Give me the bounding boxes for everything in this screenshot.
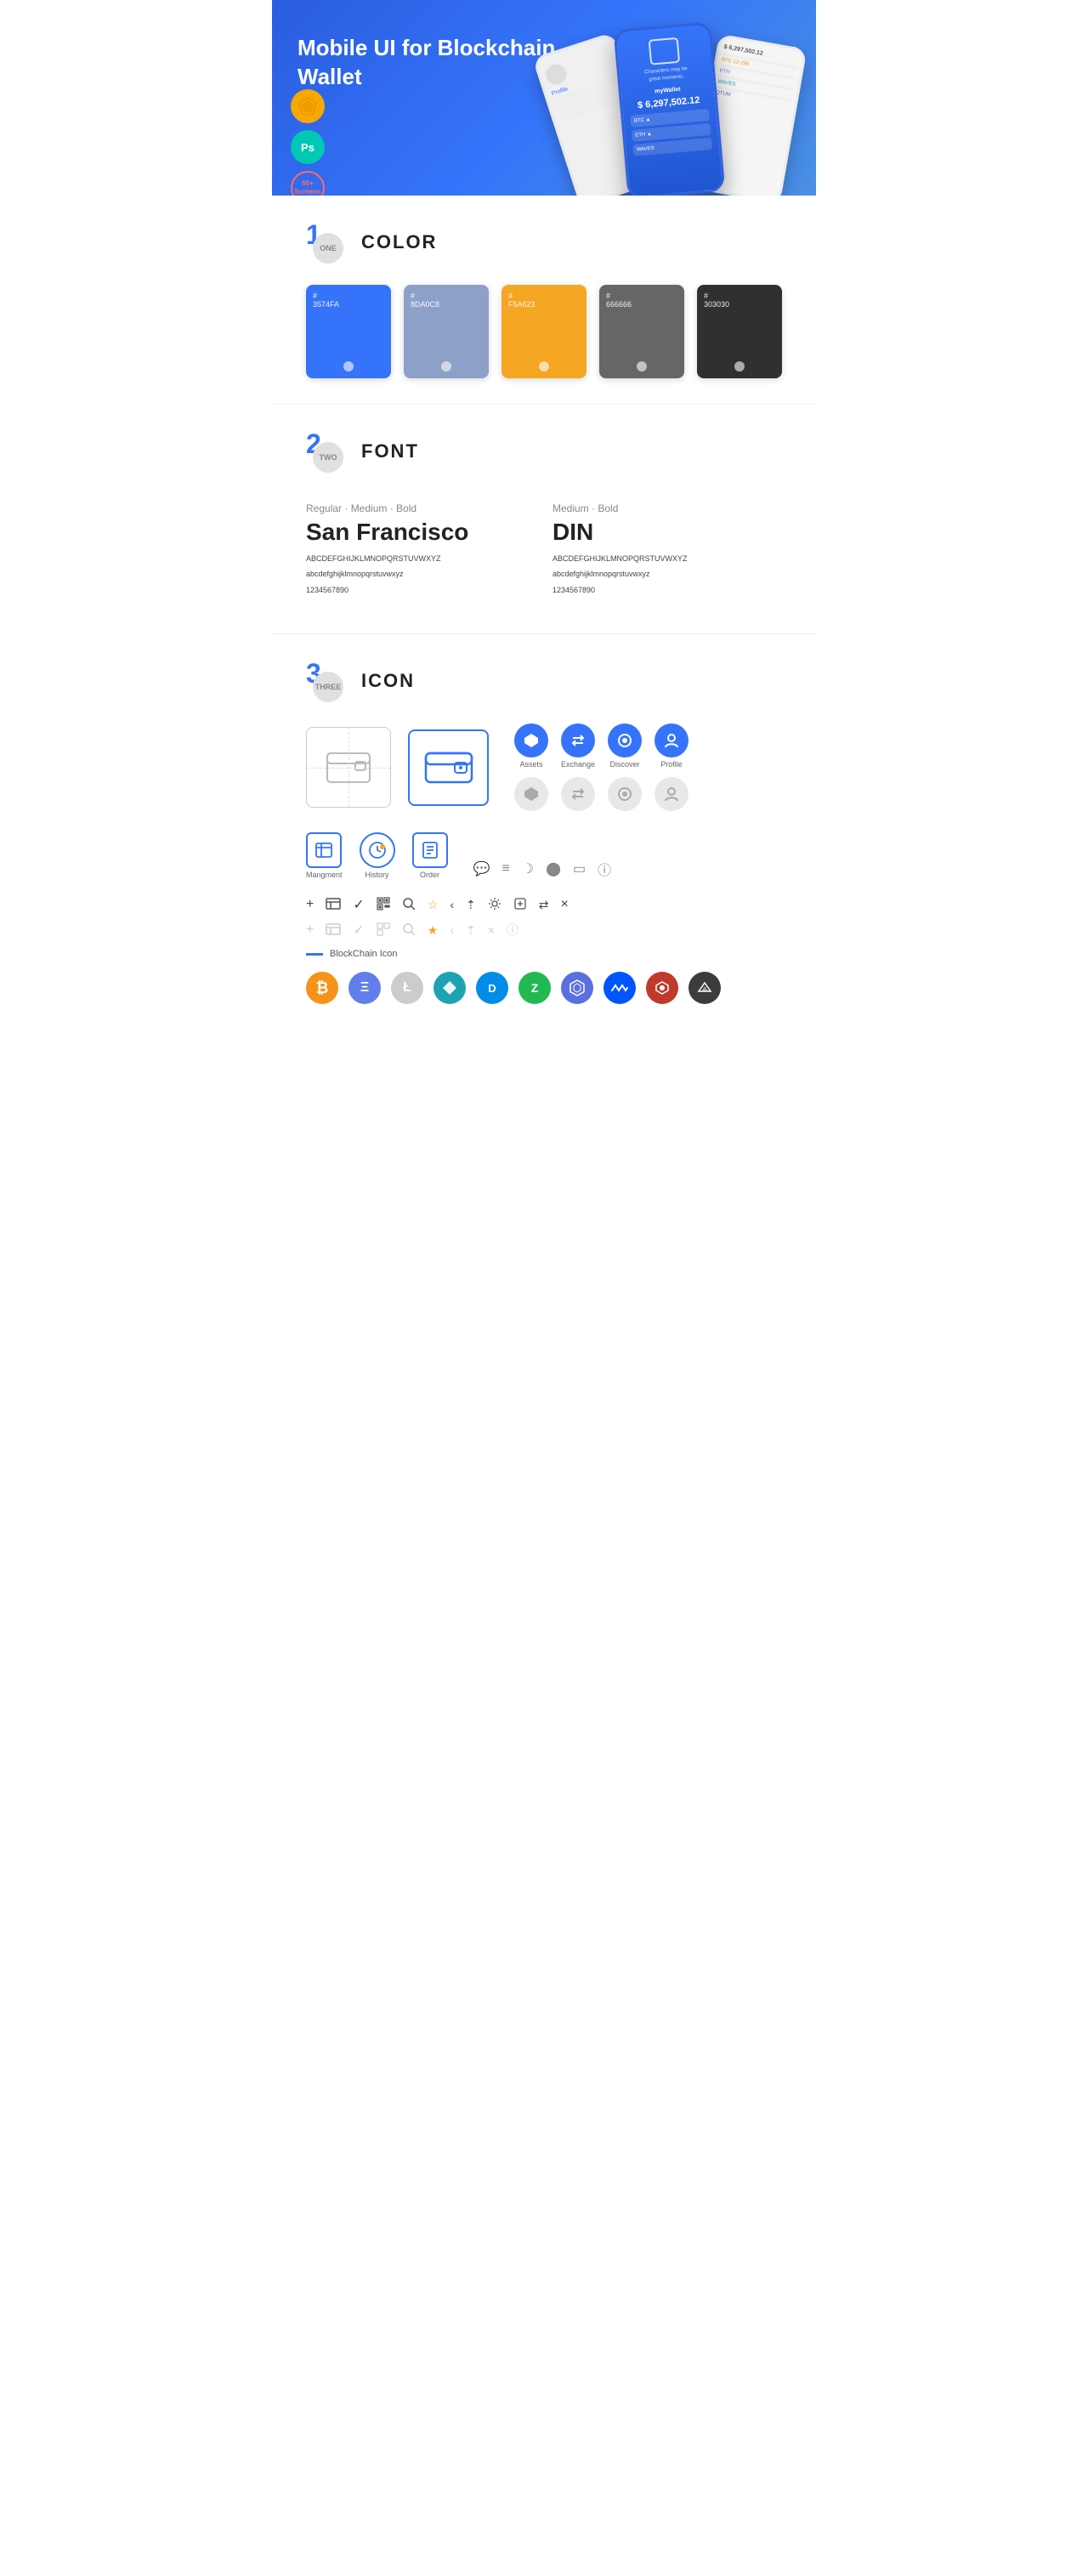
upload-icon [513,897,527,913]
check-icon-grey: ✓ [353,922,364,939]
phone-mockups: Profile Characters may be great moments,… [536,26,808,196]
icon-section: 3 THREE ICON [272,634,816,1030]
icon-wireframe-1 [306,727,391,808]
icon-section-number: 3 THREE [306,660,348,702]
icon-exchange: Exchange [561,723,595,769]
color-swatch-dark: #303030 [697,285,782,378]
search-icon [402,897,416,913]
font-title: FONT [361,440,419,462]
icon-profile-grey [654,777,688,811]
litecoin-icon: Ł [391,972,423,1004]
info-icon: ⓘ [598,859,611,879]
blockchain-label-row: BlockChain Icon [306,949,782,959]
color-title: COLOR [361,231,437,253]
color-swatch-grey-blue: #8DA0C8 [404,285,489,378]
star-icon-filled: ★ [428,923,439,938]
list-icon-grey [326,923,341,938]
bottom-nav-icons: Mangment History Order [306,832,782,879]
font-card-din: Medium · Bold DIN ABCDEFGHIJKLMNOPQRSTUV… [552,494,782,608]
color-swatch-orange: #F5A623 [502,285,586,378]
grid-icon [561,972,593,1004]
icon-section-header: 3 THREE ICON [306,660,782,702]
share-icon: ⇡ [466,898,476,912]
layers-icon: ≡ [502,861,509,877]
list-icon [326,898,341,912]
icon-discover: Discover [608,723,642,769]
blockchain-line [306,953,323,956]
icon-top-row: Assets Exchange Discover [306,723,782,811]
back-icon-grey: ‹ [450,923,454,937]
plus-icon-grey: + [306,922,314,938]
font-section-number: 2 TWO [306,430,348,473]
zcoin-icon: Z [518,972,551,1004]
moon-icon: ☽ [522,860,534,877]
swap-icon: ⇄ [539,898,549,912]
font-grid: Regular · Medium · Bold San Francisco AB… [306,494,782,608]
ethereum-icon: Ξ [348,972,381,1004]
dash-icon: D [476,972,508,1004]
font-section: 2 TWO FONT Regular · Medium · Bold San F… [272,405,816,633]
icon-assets: Assets [514,723,548,769]
color-swatch-blue: #3574FA [306,285,391,378]
circle-icon: ⬤ [546,860,561,877]
bitcoin-icon: ₿ [306,972,338,1004]
color-section: 1 ONE COLOR #3574FA #8DA0C8 #F5A623 #666… [272,196,816,404]
color-section-number: 1 ONE [306,221,348,264]
icon-assets-grey [514,777,548,811]
color-section-header: 1 ONE COLOR [306,221,782,264]
hero-title: Mobile UI for Blockchain Wallet [298,34,570,92]
check-icon: ✓ [353,896,364,913]
blockchain-label: BlockChain Icon [330,949,398,959]
color-swatch-grey: #666666 [599,285,684,378]
colored-icons-group: Assets Exchange Discover [514,723,688,811]
settings-icon [488,897,502,913]
info-icon-grey: ⓘ [507,922,518,939]
ps-badge: Ps [291,130,325,164]
hero-section: Mobile UI for Blockchain Wallet UI Kit P… [272,0,816,196]
qr-icon-grey [377,922,390,939]
font-card-sf: Regular · Medium · Bold San Francisco AB… [306,494,536,608]
screens-badge: 60+Screens [291,171,325,196]
icon-blue-wallet [408,729,489,806]
plus-icon: + [306,897,314,912]
sketch-badge [291,89,325,123]
font-section-header: 2 TWO FONT [306,430,782,473]
share-icon-grey: ⇡ [466,923,476,938]
search-icon-grey [402,922,416,939]
icon-order: Order [412,832,448,879]
color-swatches: #3574FA #8DA0C8 #F5A623 #666666 #303030 [306,285,782,378]
polygon-icon [688,972,721,1004]
speech-icon: ▭ [573,860,586,877]
small-icons-row-1: + ✓ ☆ ‹ ⇡ ⇄ × + [306,896,782,939]
utility-icons: 💬 ≡ ☽ ⬤ ▭ ⓘ [473,859,612,879]
phone-2: Characters may be great moments, myWalle… [614,21,726,196]
token4-icon [434,972,466,1004]
token9-icon [646,972,678,1004]
chat-icon: 💬 [473,860,490,877]
icon-discover-grey [608,777,642,811]
star-icon: ☆ [428,898,439,912]
qr-icon [377,897,390,913]
icon-history: History [360,832,395,879]
icon-exchange-grey [561,777,595,811]
waves-icon [604,972,636,1004]
hero-badges: Ps 60+Screens [291,89,325,196]
close-icon: × [560,897,568,912]
crypto-icons-row: ₿ Ξ Ł D Z [306,972,782,1004]
back-icon: ‹ [450,898,454,911]
close-icon-grey: × [488,923,495,937]
icon-profile: Profile [654,723,688,769]
icon-title: ICON [361,670,415,692]
icon-management: Mangment [306,832,343,879]
